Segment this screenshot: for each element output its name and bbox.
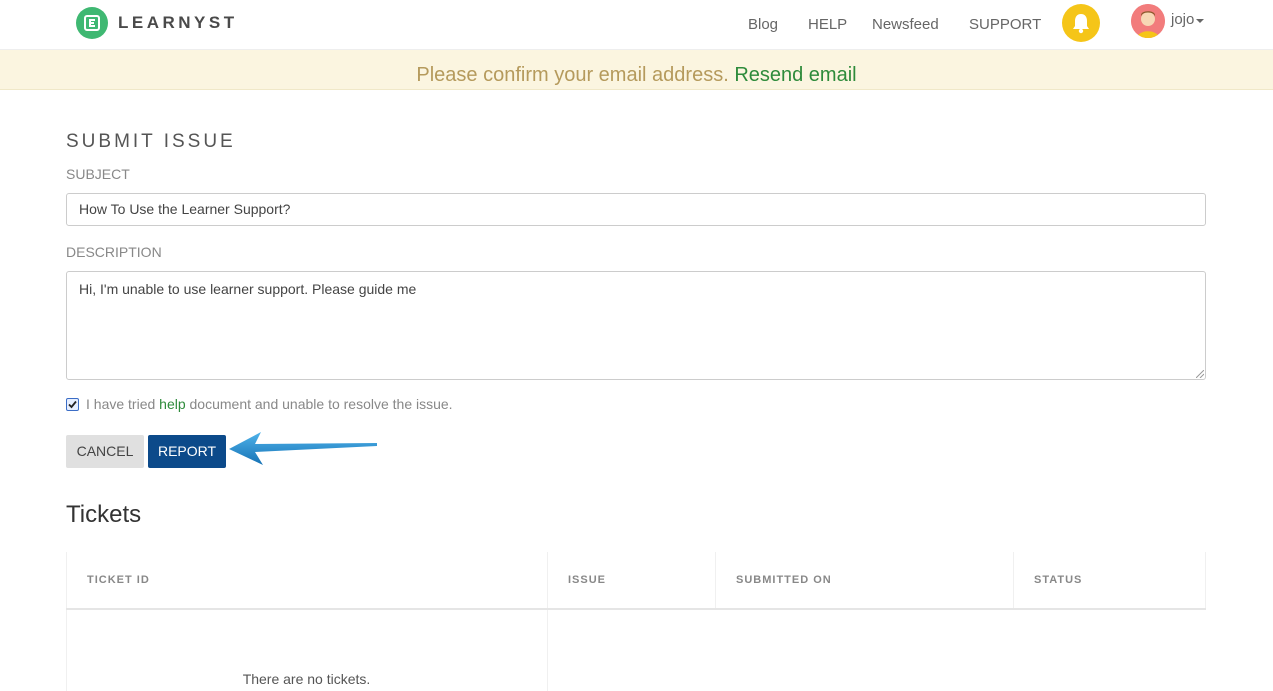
nav-help-link[interactable]: HELP (808, 16, 847, 33)
brand-name: LEARNYST (118, 13, 238, 32)
column-header-submitted-on[interactable]: SUBMITTED ON (715, 552, 1013, 609)
column-header-issue[interactable]: ISSUE (547, 552, 715, 609)
help-confirmation-row: I have tried help document and unable to… (66, 396, 453, 412)
bell-icon (1073, 14, 1089, 34)
user-menu[interactable]: jojo (1171, 11, 1205, 28)
annotation-arrow-icon (229, 432, 377, 465)
email-confirm-banner: Please confirm your email address. Resen… (0, 50, 1273, 90)
banner-message: Please confirm your email address. (416, 64, 729, 86)
notifications-button[interactable] (1062, 4, 1100, 42)
tickets-heading: Tickets (66, 501, 142, 528)
top-navbar: LEARNYST Blog HELP Newsfeed SUPPORT jojo (0, 0, 1273, 50)
nav-blog-link[interactable]: Blog (748, 16, 778, 33)
chevron-down-icon (1196, 18, 1205, 23)
resend-email-link[interactable]: Resend email (734, 64, 856, 86)
checkmark-icon (68, 400, 77, 408)
description-textarea[interactable]: Hi, I'm unable to use learner support. P… (66, 271, 1206, 380)
description-value: Hi, I'm unable to use learner support. P… (79, 281, 417, 297)
report-button[interactable]: REPORT (148, 435, 226, 468)
submit-issue-title: SUBMIT ISSUE (66, 131, 236, 152)
empty-tickets-message: There are no tickets. (242, 671, 371, 687)
table-header-divider (66, 608, 1206, 610)
description-label: DESCRIPTION (66, 244, 162, 260)
user-avatar[interactable] (1131, 4, 1165, 38)
learnyst-logo[interactable]: LEARNYST (76, 7, 238, 39)
help-tried-checkbox[interactable] (66, 397, 79, 411)
learnyst-logo-icon (76, 7, 108, 39)
user-avatar-icon (1131, 4, 1165, 38)
checkbox-text-before: I have tried (86, 396, 156, 412)
subject-input[interactable]: How To Use the Learner Support? (66, 193, 1206, 226)
username: jojo (1171, 11, 1195, 28)
subject-label: SUBJECT (66, 166, 130, 182)
subject-value: How To Use the Learner Support? (79, 201, 291, 217)
column-divider (547, 610, 548, 691)
checkbox-text-after: document and unable to resolve the issue… (189, 396, 453, 412)
tickets-table: TICKET ID ISSUE SUBMITTED ON STATUS Ther… (66, 552, 1206, 691)
cancel-button[interactable]: CANCEL (66, 435, 144, 468)
column-header-ticket-id[interactable]: TICKET ID (66, 552, 547, 609)
column-header-status[interactable]: STATUS (1013, 552, 1206, 609)
nav-newsfeed-link[interactable]: Newsfeed (872, 16, 939, 33)
help-document-link[interactable]: help (159, 396, 185, 412)
nav-support-link[interactable]: SUPPORT (969, 16, 1041, 33)
resize-handle-icon[interactable] (1196, 370, 1204, 378)
